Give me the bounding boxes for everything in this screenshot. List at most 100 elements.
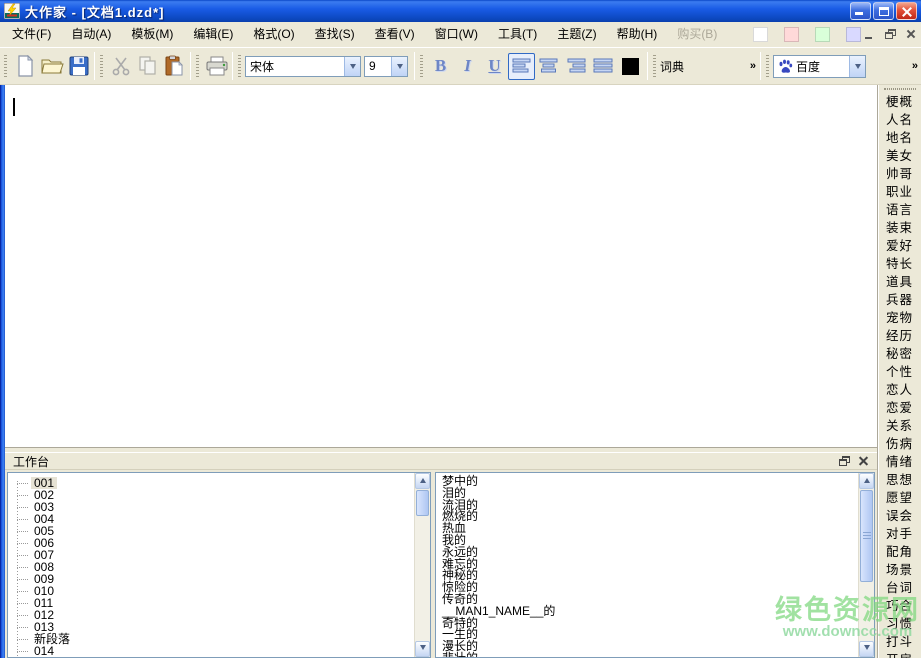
tree-item[interactable]: 004 bbox=[8, 513, 414, 525]
search-engine-dropdown-arrow[interactable] bbox=[849, 56, 865, 77]
category-button[interactable]: 配角 bbox=[886, 543, 913, 561]
tree-item[interactable]: 011 bbox=[8, 597, 414, 609]
word-item[interactable]: 一生的 bbox=[442, 629, 858, 641]
tree-item[interactable]: 003 bbox=[8, 501, 414, 513]
underline-button[interactable]: U bbox=[481, 53, 508, 80]
workbench-float-button[interactable] bbox=[839, 456, 850, 466]
word-item[interactable]: 我的 bbox=[442, 535, 858, 547]
category-button[interactable]: 宠物 bbox=[886, 309, 913, 327]
align-justify-button[interactable] bbox=[589, 53, 616, 80]
category-button[interactable]: 道具 bbox=[886, 273, 913, 291]
scroll-up-button[interactable] bbox=[415, 473, 430, 489]
word-item[interactable]: 梦中的 bbox=[442, 476, 858, 488]
align-right-button[interactable] bbox=[562, 53, 589, 80]
menu-item[interactable]: 工具(T) bbox=[488, 22, 547, 47]
word-item[interactable]: 奇特的 bbox=[442, 618, 858, 630]
workbench-close-button[interactable] bbox=[858, 456, 869, 467]
menu-item[interactable]: 编辑(E) bbox=[183, 22, 243, 47]
scroll-up-button[interactable] bbox=[859, 473, 874, 489]
category-button[interactable]: 台词 bbox=[886, 579, 913, 597]
category-button[interactable]: 恋爱 bbox=[886, 399, 913, 417]
word-item[interactable]: 永远的 bbox=[442, 547, 858, 559]
category-button[interactable]: 秘密 bbox=[886, 345, 913, 363]
category-button[interactable]: 思想 bbox=[886, 471, 913, 489]
category-button[interactable]: 职业 bbox=[886, 183, 913, 201]
category-button[interactable]: 人名 bbox=[886, 111, 913, 129]
menu-item[interactable]: 模板(M) bbox=[121, 22, 183, 47]
bold-button[interactable]: B bbox=[427, 53, 454, 80]
font-family-select[interactable]: 宋体 bbox=[245, 56, 361, 77]
save-button[interactable] bbox=[65, 53, 92, 80]
category-button[interactable]: 场景 bbox=[886, 561, 913, 579]
word-item[interactable]: 燃烧的 bbox=[442, 511, 858, 523]
doc-restore-button[interactable] bbox=[882, 27, 899, 42]
category-button[interactable]: 帅哥 bbox=[886, 165, 913, 183]
print-button[interactable] bbox=[203, 53, 230, 80]
scrollbar-track[interactable] bbox=[859, 583, 874, 641]
tree-item[interactable]: 002 bbox=[8, 489, 414, 501]
word-item[interactable]: 热血 bbox=[442, 523, 858, 535]
align-left-button[interactable] bbox=[508, 53, 535, 80]
category-button[interactable]: 伤病 bbox=[886, 435, 913, 453]
tree-item[interactable]: 新段落 bbox=[8, 633, 414, 645]
tree-item[interactable]: 012 bbox=[8, 609, 414, 621]
category-button[interactable]: 误会 bbox=[886, 507, 913, 525]
toolbar-drag-handle[interactable] bbox=[238, 55, 241, 77]
close-button[interactable] bbox=[896, 2, 917, 20]
word-item[interactable]: 漫长的 bbox=[442, 641, 858, 653]
doc-minimize-button[interactable] bbox=[861, 27, 878, 42]
category-button[interactable]: 兵器 bbox=[886, 291, 913, 309]
align-center-button[interactable] bbox=[535, 53, 562, 80]
category-button[interactable]: 关系 bbox=[886, 417, 913, 435]
category-button[interactable]: 爱好 bbox=[886, 237, 913, 255]
tree-item[interactable]: 014 bbox=[8, 645, 414, 657]
open-button[interactable] bbox=[38, 53, 65, 80]
menu-item[interactable]: 主题(Z) bbox=[547, 22, 606, 47]
scrollbar-thumb[interactable] bbox=[416, 490, 429, 516]
category-button[interactable]: 装束 bbox=[886, 219, 913, 237]
menu-item[interactable]: 文件(F) bbox=[2, 22, 61, 47]
dictionary-button[interactable]: 词典 bbox=[660, 58, 684, 75]
category-button[interactable]: 恋人 bbox=[886, 381, 913, 399]
search-engine-select[interactable]: 百度 bbox=[773, 55, 866, 78]
word-item[interactable]: 神秘的 bbox=[442, 570, 858, 582]
menu-item[interactable]: 格式(O) bbox=[243, 22, 304, 47]
sidebar-drag-handle[interactable] bbox=[884, 88, 916, 90]
word-item[interactable]: 悲壮的 bbox=[442, 653, 858, 657]
color-swatch[interactable] bbox=[784, 27, 799, 42]
tree-item[interactable]: 010 bbox=[8, 585, 414, 597]
menu-item[interactable]: 帮助(H) bbox=[607, 22, 668, 47]
tree-item[interactable]: 005 bbox=[8, 525, 414, 537]
category-button[interactable]: 打斗 bbox=[886, 633, 913, 651]
scrollbar-track[interactable] bbox=[415, 517, 430, 641]
color-swatch[interactable] bbox=[815, 27, 830, 42]
category-button[interactable]: 情绪 bbox=[886, 453, 913, 471]
scroll-down-button[interactable] bbox=[859, 641, 874, 657]
scrollbar-thumb[interactable] bbox=[860, 490, 873, 582]
color-swatch[interactable] bbox=[753, 27, 768, 42]
menu-item[interactable]: 查看(V) bbox=[365, 22, 425, 47]
cut-button[interactable] bbox=[107, 53, 134, 80]
toolbar-drag-handle[interactable] bbox=[196, 55, 199, 77]
toolbar-overflow-chevron[interactable]: » bbox=[747, 60, 758, 72]
category-button[interactable]: 语言 bbox=[886, 201, 913, 219]
tree-item[interactable]: 007 bbox=[8, 549, 414, 561]
category-button[interactable]: 经历 bbox=[886, 327, 913, 345]
scroll-down-button[interactable] bbox=[415, 641, 430, 657]
color-swatch[interactable] bbox=[846, 27, 861, 42]
menu-item[interactable]: 自动(A) bbox=[61, 22, 121, 47]
category-button[interactable]: 地名 bbox=[886, 129, 913, 147]
paste-button[interactable] bbox=[161, 53, 188, 80]
new-document-button[interactable] bbox=[11, 53, 38, 80]
toolbar-drag-handle[interactable] bbox=[4, 55, 7, 77]
minimize-button[interactable] bbox=[850, 2, 871, 20]
word-item[interactable]: 流泪的 bbox=[442, 500, 858, 512]
category-button[interactable]: 特长 bbox=[886, 255, 913, 273]
category-button[interactable]: 开房 bbox=[886, 651, 913, 658]
menu-item[interactable]: 购买(B) bbox=[667, 22, 727, 47]
category-button[interactable]: 美女 bbox=[886, 147, 913, 165]
document-editor[interactable] bbox=[5, 85, 877, 448]
word-item[interactable]: __MAN1_NAME__的 bbox=[442, 606, 858, 618]
word-item[interactable]: 难忘的 bbox=[442, 559, 858, 571]
toolbar-drag-handle[interactable] bbox=[420, 55, 423, 77]
